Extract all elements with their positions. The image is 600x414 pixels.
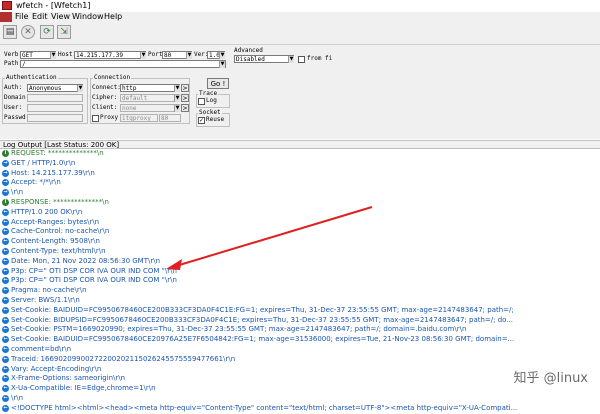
annotation-arrow-line [175, 206, 373, 267]
annotation-arrowhead [166, 259, 182, 270]
watermark: 知乎 @linux [513, 371, 588, 386]
annotation-overlay [166, 206, 373, 270]
